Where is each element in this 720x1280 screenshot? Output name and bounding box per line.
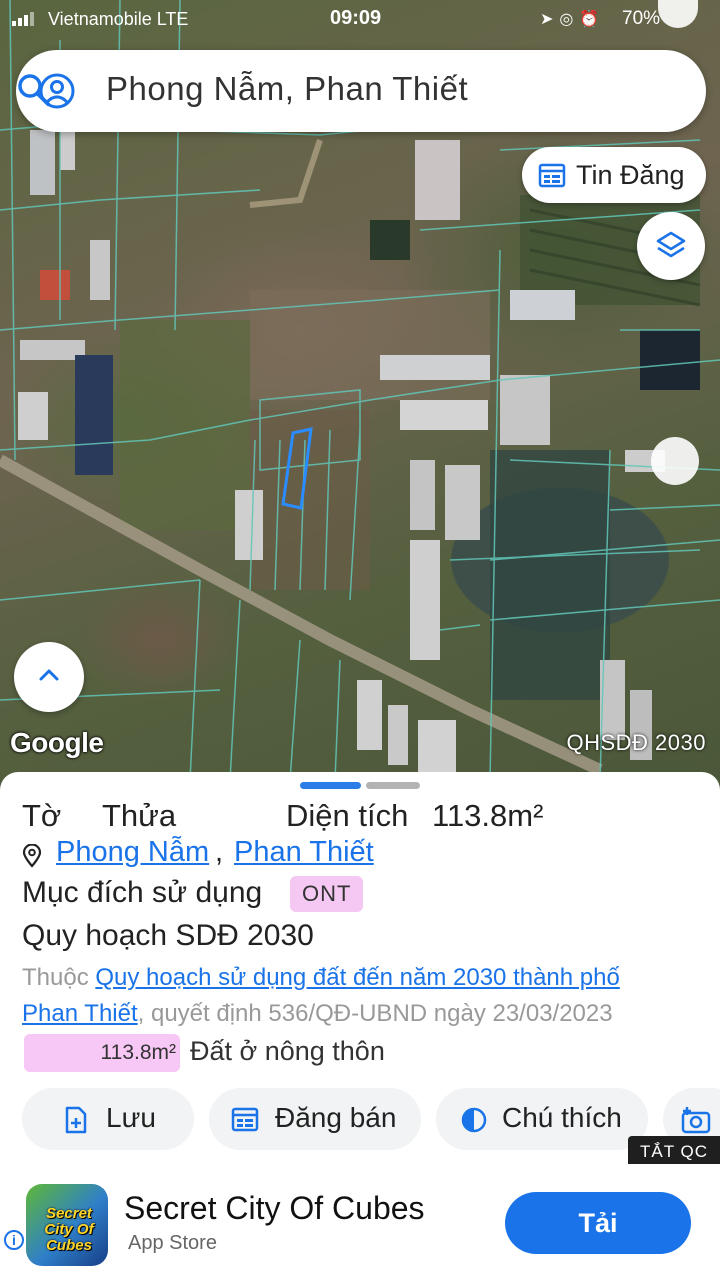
add-photo-icon [681, 1107, 711, 1134]
sheet-page-indicator-active[interactable] [300, 782, 361, 789]
layers-icon [656, 231, 686, 258]
thua-label: Thửa [102, 798, 177, 833]
legend-button[interactable]: Chú thích [436, 1088, 648, 1150]
legend-swatch: 113.8m² [24, 1034, 180, 1072]
battery-percent: 70% [622, 8, 661, 29]
layers-button[interactable] [637, 212, 705, 280]
legend-area: 113.8m² [100, 1041, 176, 1064]
purpose-badge: ONT [290, 876, 364, 912]
alarm-icon: ⏰ [579, 11, 606, 28]
legend-label: Chú thích [502, 1102, 622, 1133]
layer-label: QHSDĐ 2030 [566, 730, 706, 755]
assistive-touch-dot[interactable] [651, 437, 699, 485]
ad-title[interactable]: Secret City Of Cubes [124, 1190, 425, 1227]
contrast-icon [461, 1107, 487, 1133]
legend-text: Đất ở nông thôn [190, 1036, 385, 1066]
location-pin-icon [22, 844, 42, 868]
expand-up-button[interactable] [14, 642, 84, 712]
search-input[interactable]: Phong Nẫm, Phan Thiết [106, 70, 468, 108]
save-label: Lưu [106, 1102, 156, 1133]
search-bar[interactable]: Phong Nẫm, Phan Thiết [16, 50, 706, 132]
area-value: 113.8m² [432, 798, 544, 833]
sell-button[interactable]: Đăng bán [209, 1088, 421, 1150]
plan-link-city[interactable]: Phan Thiết [22, 1000, 138, 1027]
clock: 09:09 [330, 7, 382, 29]
ad-app-icon-text: Secret City Of Cubes [44, 1205, 94, 1254]
plan-source-text: Thuộc Quy hoạch sử dụng đất đến năm 2030… [22, 960, 712, 1032]
chevron-up-icon [39, 669, 59, 681]
carrier-label: Vietnamobile LTE [48, 9, 189, 29]
search-icon[interactable] [16, 72, 52, 108]
status-bar: Vietnamobile LTE 09:09 ➤◎⏰ 70% [0, 0, 720, 40]
listing-calendar-icon [538, 163, 566, 188]
location-separator: , [215, 836, 224, 868]
belongs-prefix: Thuộc [22, 964, 96, 991]
ad-store: App Store [128, 1232, 217, 1254]
ad-info-icon[interactable]: i [4, 1230, 24, 1250]
ad-download-button[interactable]: Tải [505, 1192, 691, 1254]
plan-title: Quy hoạch SDĐ 2030 [22, 919, 314, 952]
decision-text: , quyết định 536/QĐ-UBND ngày 23/03/2023 [137, 1000, 613, 1027]
signal-icon [12, 12, 34, 26]
ward-link[interactable]: Phong Nẫm [56, 836, 209, 869]
ad-banner[interactable]: i Secret City Of Cubes Secret City Of Cu… [0, 1164, 720, 1280]
ad-app-icon[interactable]: Secret City Of Cubes [26, 1184, 108, 1266]
sheet-page-indicator[interactable] [366, 782, 420, 789]
add-file-icon [65, 1106, 87, 1134]
google-logo: Google [10, 727, 104, 758]
listing-calendar-icon [231, 1107, 259, 1132]
to-label: Tờ [22, 798, 62, 833]
plan-link[interactable]: Quy hoạch sử dụng đất đến năm 2030 thành… [95, 964, 619, 991]
save-button[interactable]: Lưu [22, 1088, 194, 1150]
city-link[interactable]: Phan Thiết [234, 836, 374, 869]
area-label: Diện tích [286, 798, 409, 833]
sell-label: Đăng bán [275, 1102, 397, 1133]
tin-dang-label: Tin Đăng [576, 160, 685, 190]
purpose-label: Mục đích sử dụng [22, 876, 263, 909]
tin-dang-button[interactable]: Tin Đăng [522, 147, 706, 203]
orientation-lock-icon: ◎ [559, 11, 580, 28]
satellite-map[interactable]: Vietnamobile LTE 09:09 ➤◎⏰ 70% Phong Nẫm… [0, 0, 720, 780]
status-icons: ➤◎⏰ [540, 9, 605, 29]
location-arrow-icon: ➤ [540, 11, 560, 28]
